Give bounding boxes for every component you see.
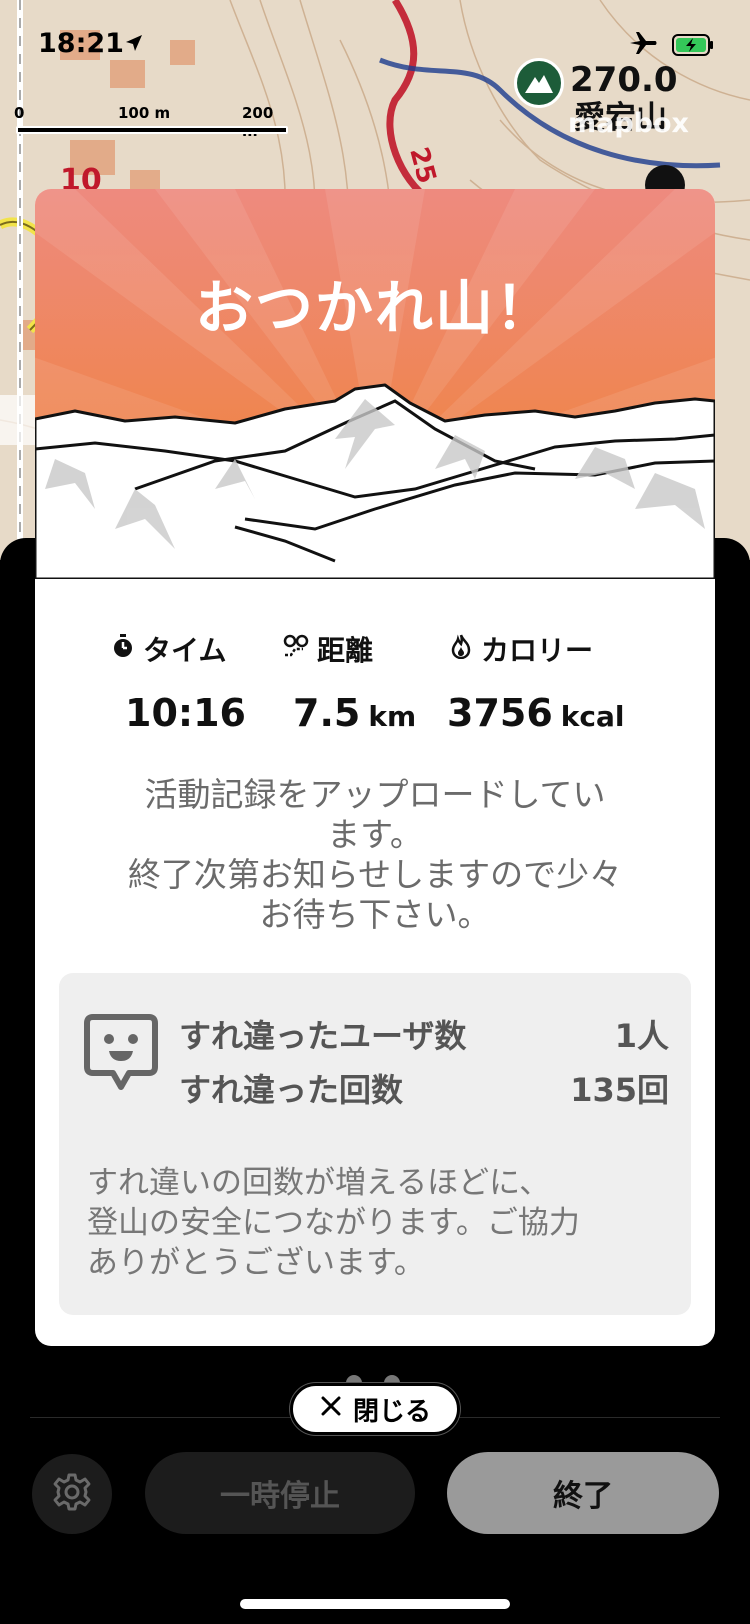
mountain-peak-icon[interactable] (514, 58, 564, 108)
upload-message-line: ます。 (327, 815, 423, 854)
passing-count-value: 135回 (570, 1071, 669, 1109)
flame-icon (449, 633, 473, 666)
scale-label-0: 0 (14, 104, 25, 122)
upload-status-message: 活動記録をアップロードしてい ます。 終了次第お知らせしますので少々 お待ち下さ… (95, 775, 655, 935)
stat-calories: カロリー 3756 kcal (447, 629, 625, 735)
status-time: 18:21 (38, 28, 124, 59)
stopwatch-icon (111, 633, 135, 666)
stat-distance-value: 7.5 (293, 691, 361, 735)
scale-bar-line (16, 126, 288, 134)
stat-calories-unit: kcal (560, 700, 625, 733)
close-button-label: 閉じる (352, 1396, 431, 1427)
end-button[interactable]: 終了 (447, 1452, 719, 1534)
scale-label-200: 200 m (242, 104, 274, 140)
upload-message-line: お待ち下さい。 (259, 895, 491, 934)
modal-title: おつかれ山！ (194, 274, 555, 342)
passing-note: すれ違いの回数が増えるほどに、 登山の安全につながります。ご協力 ありがとうござ… (87, 1163, 677, 1283)
gear-icon (52, 1472, 92, 1516)
upload-message-line: 活動記録をアップロードしてい (144, 775, 606, 814)
passing-users-value: 1人 (614, 1017, 669, 1055)
passing-users-label: すれ違ったユーザ数 (179, 1017, 467, 1055)
stat-calories-label: カロリー (481, 634, 594, 667)
settings-button[interactable] (32, 1454, 112, 1534)
modal-header-illustration: おつかれ山！ (35, 189, 715, 581)
mountain-illustration (35, 189, 715, 581)
route-pin-icon (283, 633, 309, 666)
passing-users-row: すれ違ったユーザ数 1人 (179, 1011, 669, 1057)
passing-note-line: ありがとうございます。 (87, 1245, 425, 1281)
passing-count-label: すれ違った回数 (179, 1071, 404, 1109)
stat-distance-unit: km (368, 700, 417, 733)
passing-note-line: 登山の安全につながります。ご協力 (87, 1205, 580, 1241)
close-icon (319, 1394, 343, 1425)
passing-users-panel: すれ違ったユーザ数 1人 すれ違った回数 135回 すれ違いの回数が増えるほどに… (59, 973, 691, 1315)
passing-note-line: すれ違いの回数が増えるほどに、 (87, 1165, 551, 1201)
stat-time-label: タイム (143, 634, 227, 667)
pause-button[interactable]: 一時停止 (145, 1452, 415, 1534)
stat-calories-value: 3756 (447, 691, 553, 735)
mapbox-attribution[interactable]: mapbox (568, 108, 689, 139)
passing-face-icon (83, 1013, 159, 1097)
stat-distance-label: 距離 (317, 634, 374, 667)
stat-distance: 距離 7.5 km (283, 629, 416, 735)
passing-count-row: すれ違った回数 135回 (179, 1065, 669, 1111)
close-button[interactable]: 閉じる (290, 1383, 460, 1435)
stat-time: タイム 10:16 (111, 629, 246, 735)
summit-modal: おつかれ山！ タイム 10:16 距離 7.5 km カロリー 3756 kca… (35, 189, 715, 1346)
upload-message-line: 終了次第お知らせしますので少々 (127, 855, 623, 894)
activity-stats: タイム 10:16 距離 7.5 km カロリー 3756 kcal (35, 629, 715, 739)
map-scale-bar: 0 100 m 200 m (14, 104, 288, 140)
home-indicator[interactable] (240, 1599, 510, 1609)
stat-time-value: 10:16 (125, 691, 246, 735)
scale-label-100: 100 m (118, 104, 171, 122)
